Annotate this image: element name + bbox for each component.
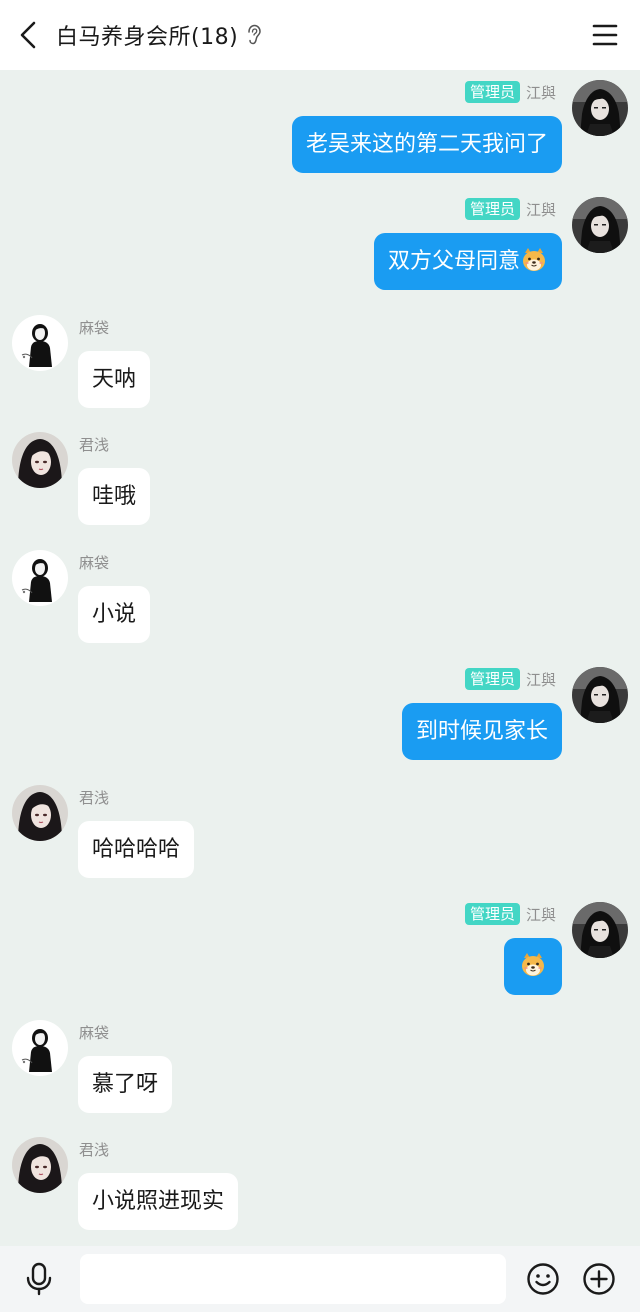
smiley-icon (527, 1263, 559, 1295)
sender-name: 麻袋 (79, 553, 110, 572)
back-button[interactable] (10, 15, 46, 55)
message-text: 慕了呀 (92, 1072, 159, 1097)
message-text: 天呐 (92, 367, 137, 392)
chevron-left-icon (20, 21, 36, 49)
message-bubble[interactable]: 双方父母同意 (373, 233, 562, 290)
admin-badge: 管理员 (464, 81, 520, 103)
sender-name: 君浅 (79, 788, 110, 807)
message-text: 老吴来这的第二天我问了 (305, 132, 548, 157)
sender-name: 君浅 (79, 1140, 110, 1159)
avatar[interactable] (572, 667, 628, 723)
avatar[interactable] (572, 902, 628, 958)
title-area[interactable]: 白马养身会所(18) (56, 0, 262, 70)
menu-button[interactable] (592, 22, 618, 48)
message-text: 双方父母同意 (387, 249, 520, 274)
message-bubble[interactable]: 哈哈哈哈 (78, 821, 195, 878)
message-bubble[interactable]: 小说 (78, 586, 151, 643)
dog-face-emoji-icon (519, 951, 547, 979)
message-bubble[interactable]: 天呐 (78, 351, 151, 408)
sender-name: 江與 (525, 83, 556, 102)
menu-icon (592, 24, 618, 46)
message-input[interactable] (80, 1254, 506, 1304)
sender-name: 江與 (525, 905, 556, 924)
message-text: 小说照进现实 (92, 1189, 225, 1214)
avatar[interactable] (12, 785, 68, 841)
sender-name: 君浅 (79, 435, 110, 454)
message-bubble[interactable]: 老吴来这的第二天我问了 (291, 116, 562, 173)
avatar[interactable] (12, 550, 68, 606)
message-bubble[interactable]: 小说照进现实 (78, 1173, 239, 1230)
message-text: 到时候见家长 (415, 719, 548, 744)
message-bubble[interactable]: 哇哦 (78, 468, 151, 525)
chat-header: 白马养身会所(18) (0, 0, 640, 70)
voice-button[interactable] (22, 1262, 56, 1296)
avatar[interactable] (12, 1020, 68, 1076)
message-bubble[interactable] (504, 938, 562, 995)
message-text: 小说 (92, 602, 137, 627)
group-title: 白马养身会所(18) (56, 25, 239, 50)
sender-name: 江與 (525, 670, 556, 689)
more-button[interactable] (582, 1262, 616, 1296)
emoji-button[interactable] (526, 1262, 560, 1296)
avatar[interactable] (12, 315, 68, 371)
plus-circle-icon (583, 1263, 615, 1295)
sender-name: 江與 (525, 200, 556, 219)
avatar[interactable] (572, 80, 628, 136)
avatar[interactable] (12, 432, 68, 488)
avatar[interactable] (12, 1137, 68, 1193)
message-text: 哈哈哈哈 (92, 837, 181, 862)
message-bubble[interactable]: 慕了呀 (78, 1056, 173, 1113)
message-text: 哇哦 (92, 484, 137, 509)
message-list[interactable]: 管理员 江與 老吴来这的第二天我问了 管理员 江與 双方父母同意 麻袋 天呐 君… (0, 70, 640, 1246)
admin-badge: 管理员 (464, 903, 520, 925)
message-bubble[interactable]: 到时候见家长 (401, 703, 562, 760)
dog-face-emoji-icon (520, 246, 548, 274)
input-bar (0, 1246, 640, 1312)
microphone-icon (26, 1262, 52, 1296)
sender-name: 麻袋 (79, 318, 110, 337)
ear-icon (246, 24, 262, 46)
admin-badge: 管理员 (464, 198, 520, 220)
sender-name: 麻袋 (79, 1023, 110, 1042)
avatar[interactable] (572, 197, 628, 253)
admin-badge: 管理员 (464, 668, 520, 690)
